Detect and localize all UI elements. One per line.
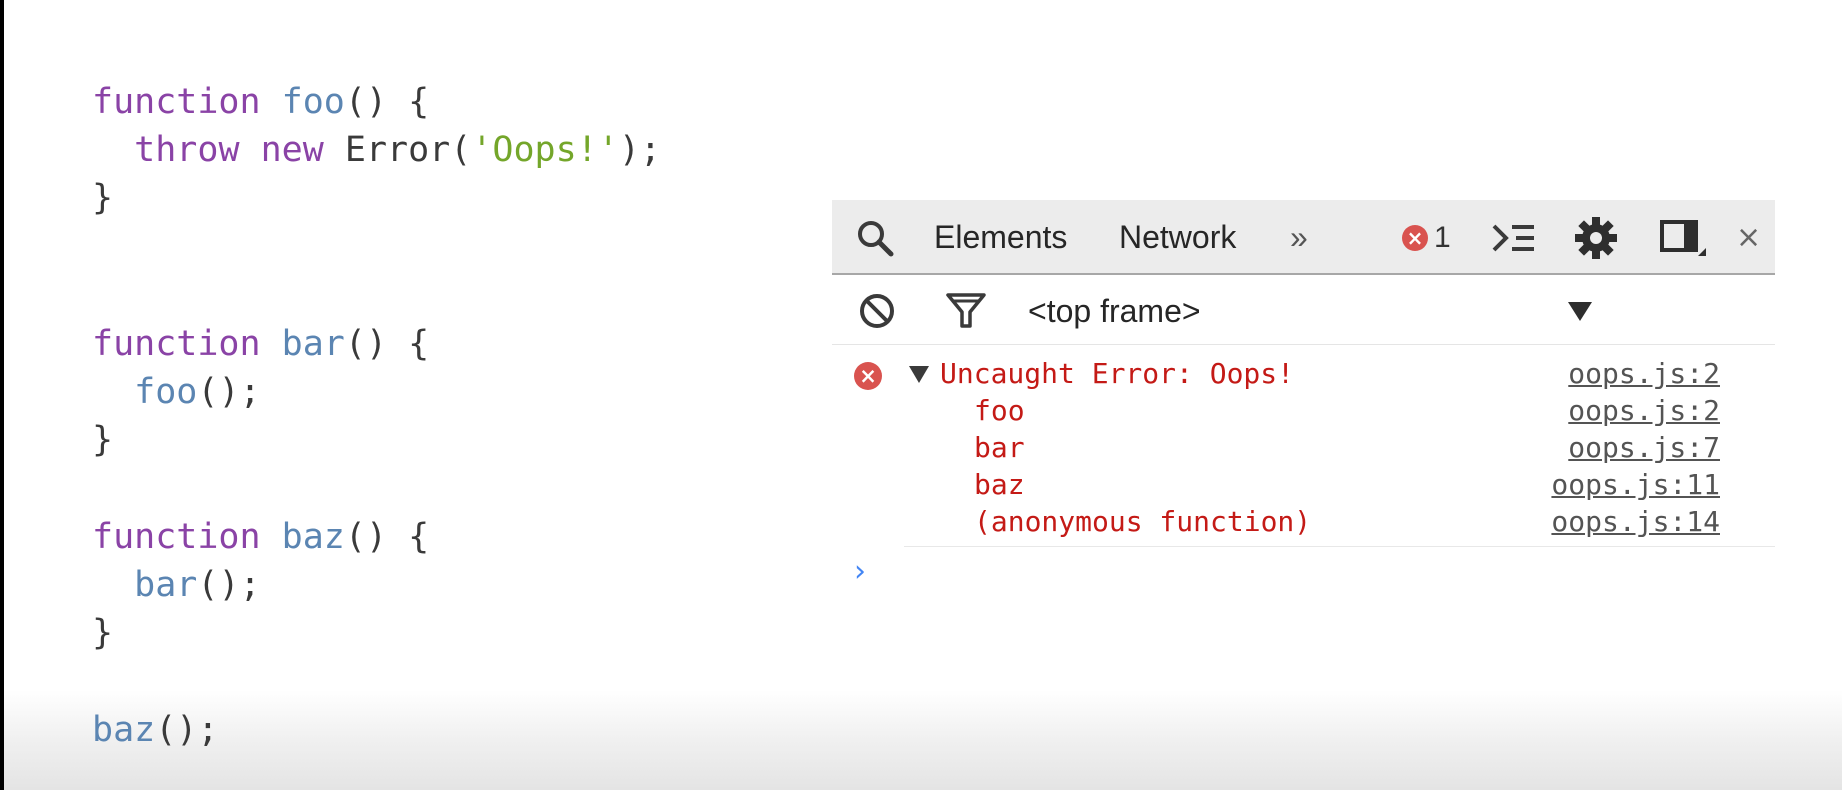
- code-line-4: function bar() {: [92, 324, 429, 364]
- code-text: ();: [155, 710, 219, 750]
- code-line-8: bar();: [92, 565, 261, 605]
- function-name: bar: [134, 565, 198, 605]
- keyword: throw: [134, 130, 240, 170]
- keyword: new: [260, 130, 324, 170]
- stack-frame-link[interactable]: oops.js:7: [1568, 431, 1720, 464]
- function-name: foo: [281, 82, 345, 122]
- code-text: ();: [197, 565, 261, 605]
- console-prompt[interactable]: ›: [854, 554, 866, 589]
- error-icon: ×: [854, 362, 882, 390]
- code-listing: function foo() { throw new Error('Oops!'…: [92, 0, 661, 750]
- error-count: 1: [1434, 220, 1451, 254]
- stack-frame-link[interactable]: oops.js:14: [1551, 505, 1720, 538]
- devtools-panel: Elements Network » × 1 × <top frame> × U…: [832, 200, 1775, 589]
- close-icon[interactable]: ×: [1736, 200, 1761, 275]
- tab-elements[interactable]: Elements: [934, 200, 1067, 275]
- code-line-7: function baz() {: [92, 517, 429, 557]
- console-filter-bar: <top frame>: [832, 277, 1775, 345]
- clear-console-icon[interactable]: [858, 277, 896, 345]
- code-line-1: function foo() {: [92, 82, 429, 122]
- function-name: baz: [92, 710, 156, 750]
- devtools-toolbar: Elements Network » × 1 ×: [832, 200, 1775, 275]
- code-line-10: baz();: [92, 710, 218, 750]
- frame-selector[interactable]: <top frame>: [1028, 277, 1201, 345]
- error-source-link[interactable]: oops.js:2: [1568, 357, 1720, 390]
- code-text: }: [92, 178, 114, 218]
- code-text: () {: [344, 324, 430, 364]
- stack-frame-link[interactable]: oops.js:11: [1551, 468, 1720, 501]
- error-badge-icon: ×: [1402, 224, 1428, 251]
- function-name: foo: [134, 372, 198, 412]
- gear-icon[interactable]: [1574, 200, 1618, 275]
- stack-frame-fn: (anonymous function): [974, 505, 1312, 538]
- expand-triangle-icon[interactable]: [908, 364, 930, 389]
- search-icon[interactable]: [856, 200, 894, 275]
- code-line-2: throw new Error('Oops!');: [92, 130, 661, 170]
- console-error-message: × Uncaught Error: Oops! oops.js:2 foo oo…: [832, 345, 1775, 548]
- code-text: ();: [197, 372, 261, 412]
- dock-side-icon[interactable]: [1660, 200, 1706, 275]
- function-name: bar: [281, 324, 345, 364]
- stack-frame-fn: baz: [974, 468, 1025, 501]
- keyword: function: [92, 82, 261, 122]
- code-line-5: foo();: [92, 372, 261, 412]
- code-line-9: }: [92, 613, 113, 653]
- dropdown-arrow-icon[interactable]: [1567, 277, 1593, 345]
- slide: function foo() { throw new Error('Oops!'…: [4, 0, 1842, 790]
- code-text: () {: [344, 82, 430, 122]
- stack-frame-link[interactable]: oops.js:2: [1568, 394, 1720, 427]
- keyword: function: [92, 517, 261, 557]
- stack-frame-fn: bar: [974, 431, 1025, 464]
- keyword: function: [92, 324, 261, 364]
- code-line-6: }: [92, 420, 113, 460]
- string-literal: 'Oops!': [471, 130, 619, 170]
- code-text: }: [92, 613, 114, 653]
- code-text: () {: [344, 517, 430, 557]
- more-tabs-button[interactable]: »: [1290, 200, 1308, 275]
- stack-frame-fn: foo: [974, 394, 1025, 427]
- code-text: Error(: [344, 130, 472, 170]
- function-name: baz: [281, 517, 345, 557]
- console-drawer-icon[interactable]: [1492, 200, 1536, 275]
- code-text: );: [618, 130, 661, 170]
- message-divider: [904, 546, 1775, 547]
- error-counter[interactable]: × 1: [1402, 200, 1451, 275]
- filter-icon[interactable]: [946, 277, 986, 345]
- code-text: }: [92, 420, 114, 460]
- tab-network[interactable]: Network: [1119, 200, 1236, 275]
- code-line-3: }: [92, 178, 113, 218]
- error-message-text[interactable]: Uncaught Error: Oops!: [940, 357, 1294, 390]
